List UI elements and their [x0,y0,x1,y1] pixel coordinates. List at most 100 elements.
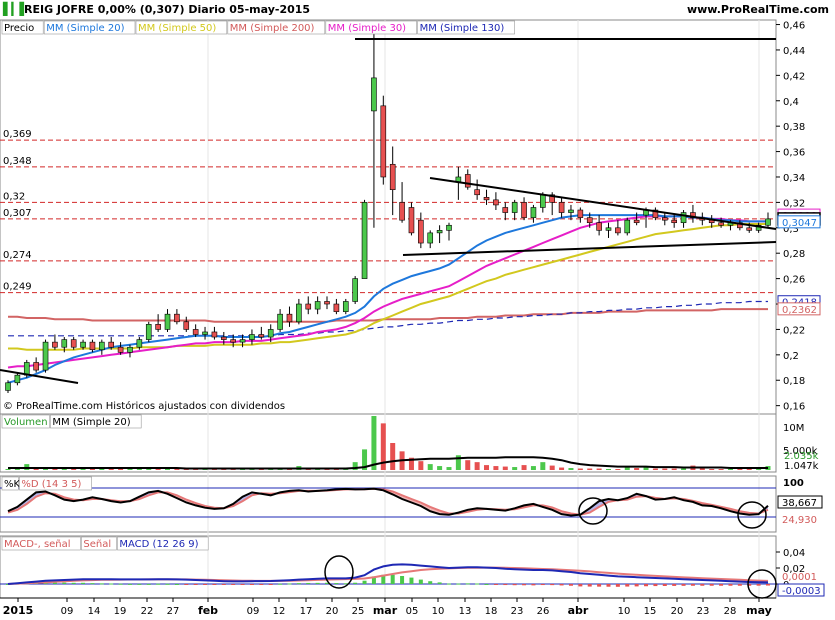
candle-body [80,341,86,348]
legend-item: MM (Simple 130) [420,23,505,34]
candle-body [192,329,199,335]
price-tick-label: 0,16 [783,402,805,413]
candle-body [333,303,340,312]
candle-body [615,227,621,234]
level-label: 0,369 [3,129,32,140]
volume-bar [521,465,527,470]
candles [5,24,771,393]
x-tick-label: 17 [300,606,313,617]
macd-hist-bar [465,583,470,585]
volume-bar [530,466,536,470]
volume-bar [390,443,396,470]
candle-body [399,202,405,221]
stochastic-panel[interactable] [0,475,777,533]
macd-hist-bar [737,584,742,586]
macd-hist-bar [278,583,283,585]
macd-hist-bar [568,584,573,586]
macd-hist-bar [174,584,179,585]
macd-hist-bar [306,582,311,584]
candle-body [267,329,274,338]
macd-hist-bar [709,584,714,586]
candle-body [633,219,640,224]
macd-hist-bar [184,584,189,585]
price-chart[interactable]: 0,369 0,348 0,32 0,307 0,274 0,249 0,46 0,44 0,… [0,0,835,620]
candle-body [70,339,77,348]
volume-bar [596,468,602,470]
macd-hist-bar [268,584,273,585]
volume-bar [446,467,452,470]
x-tick-label: 20 [671,606,684,617]
candle-body [371,77,377,112]
candle-body [202,331,208,335]
candle-body [136,339,143,348]
macd-hist-bar [522,584,527,586]
macd-hist-bar [109,583,114,585]
candle-body [530,207,537,218]
volume-bar [5,469,11,470]
grid-lines [207,20,760,598]
volume-bar [427,464,433,470]
macd-hist-bar [400,576,405,584]
x-tick-label: 2015 [3,604,34,617]
volume-bar [71,469,77,470]
candle-body [183,321,190,330]
legend-item: MM (Simple 200) [230,23,315,34]
volume-bar [155,469,161,470]
volume-bar [737,469,743,470]
volume-bar [718,469,724,470]
x-tick-label: 12 [273,606,286,617]
volume-bar [61,469,67,470]
macd-hist-bar [559,584,564,586]
volume-bar [681,468,687,470]
ma-line-sma200 [8,308,768,323]
candle-body [661,217,668,221]
macd-axis-label: 0,04 [783,548,805,559]
candle-body [389,163,396,190]
macd-hist-bar [296,583,301,585]
volume-bar [652,468,658,470]
price-tick-label: 0,28 [783,249,805,260]
macd-hist-bar [625,584,630,587]
x-tick-label: abr [568,604,589,617]
macd-tag: 0,0001 [782,572,817,583]
candle-body [746,227,753,231]
stoch-k-line [7,487,769,517]
macd-hist-bar [203,584,208,585]
volume-tag: 1.047k [784,461,819,472]
candle-body [296,303,302,323]
candle-body [493,199,499,206]
x-tick-label: feb [198,604,218,617]
stoch-axis-label: 100 [783,478,804,489]
candle-body [117,346,124,353]
volume-axis-label: 10M [783,423,804,434]
candle-body [671,219,677,224]
volume-bar [709,469,715,470]
price-tick-label: 0,42 [783,71,805,82]
volume-bar [136,469,142,470]
macd-hist-bar [634,584,639,587]
volume-bar [118,469,124,470]
legend-item: MM (Simple 20) [52,417,130,428]
candle-body [239,339,246,343]
volume-bar [605,469,611,470]
volume-bar [99,469,105,470]
volume-bar [371,416,377,470]
level-label: 0,274 [3,250,32,261]
legend-item: MM (Simple 20) [46,23,124,34]
macd-hist-bar [99,583,104,585]
legend-item: MACD-, señal [4,539,71,550]
legend-item: Precio [4,23,34,34]
macd-hist-bar [493,584,498,585]
macd-hist-bar [766,584,770,586]
legend-item: MACD (12 26 9) [119,539,198,550]
price-tag: 0,2362 [782,305,817,316]
volume-bar [484,465,490,470]
macd-hist-bar [531,584,536,586]
volume-bar [437,466,443,470]
level-label: 0,249 [3,282,32,293]
copyright-note: © ProRealTime.com Históricos ajustados c… [3,400,285,412]
volume-bar [418,461,424,470]
macd-hist-bar [221,584,226,585]
price-tick-label: 0,22 [783,325,805,336]
x-tick-label: 14 [88,606,101,617]
